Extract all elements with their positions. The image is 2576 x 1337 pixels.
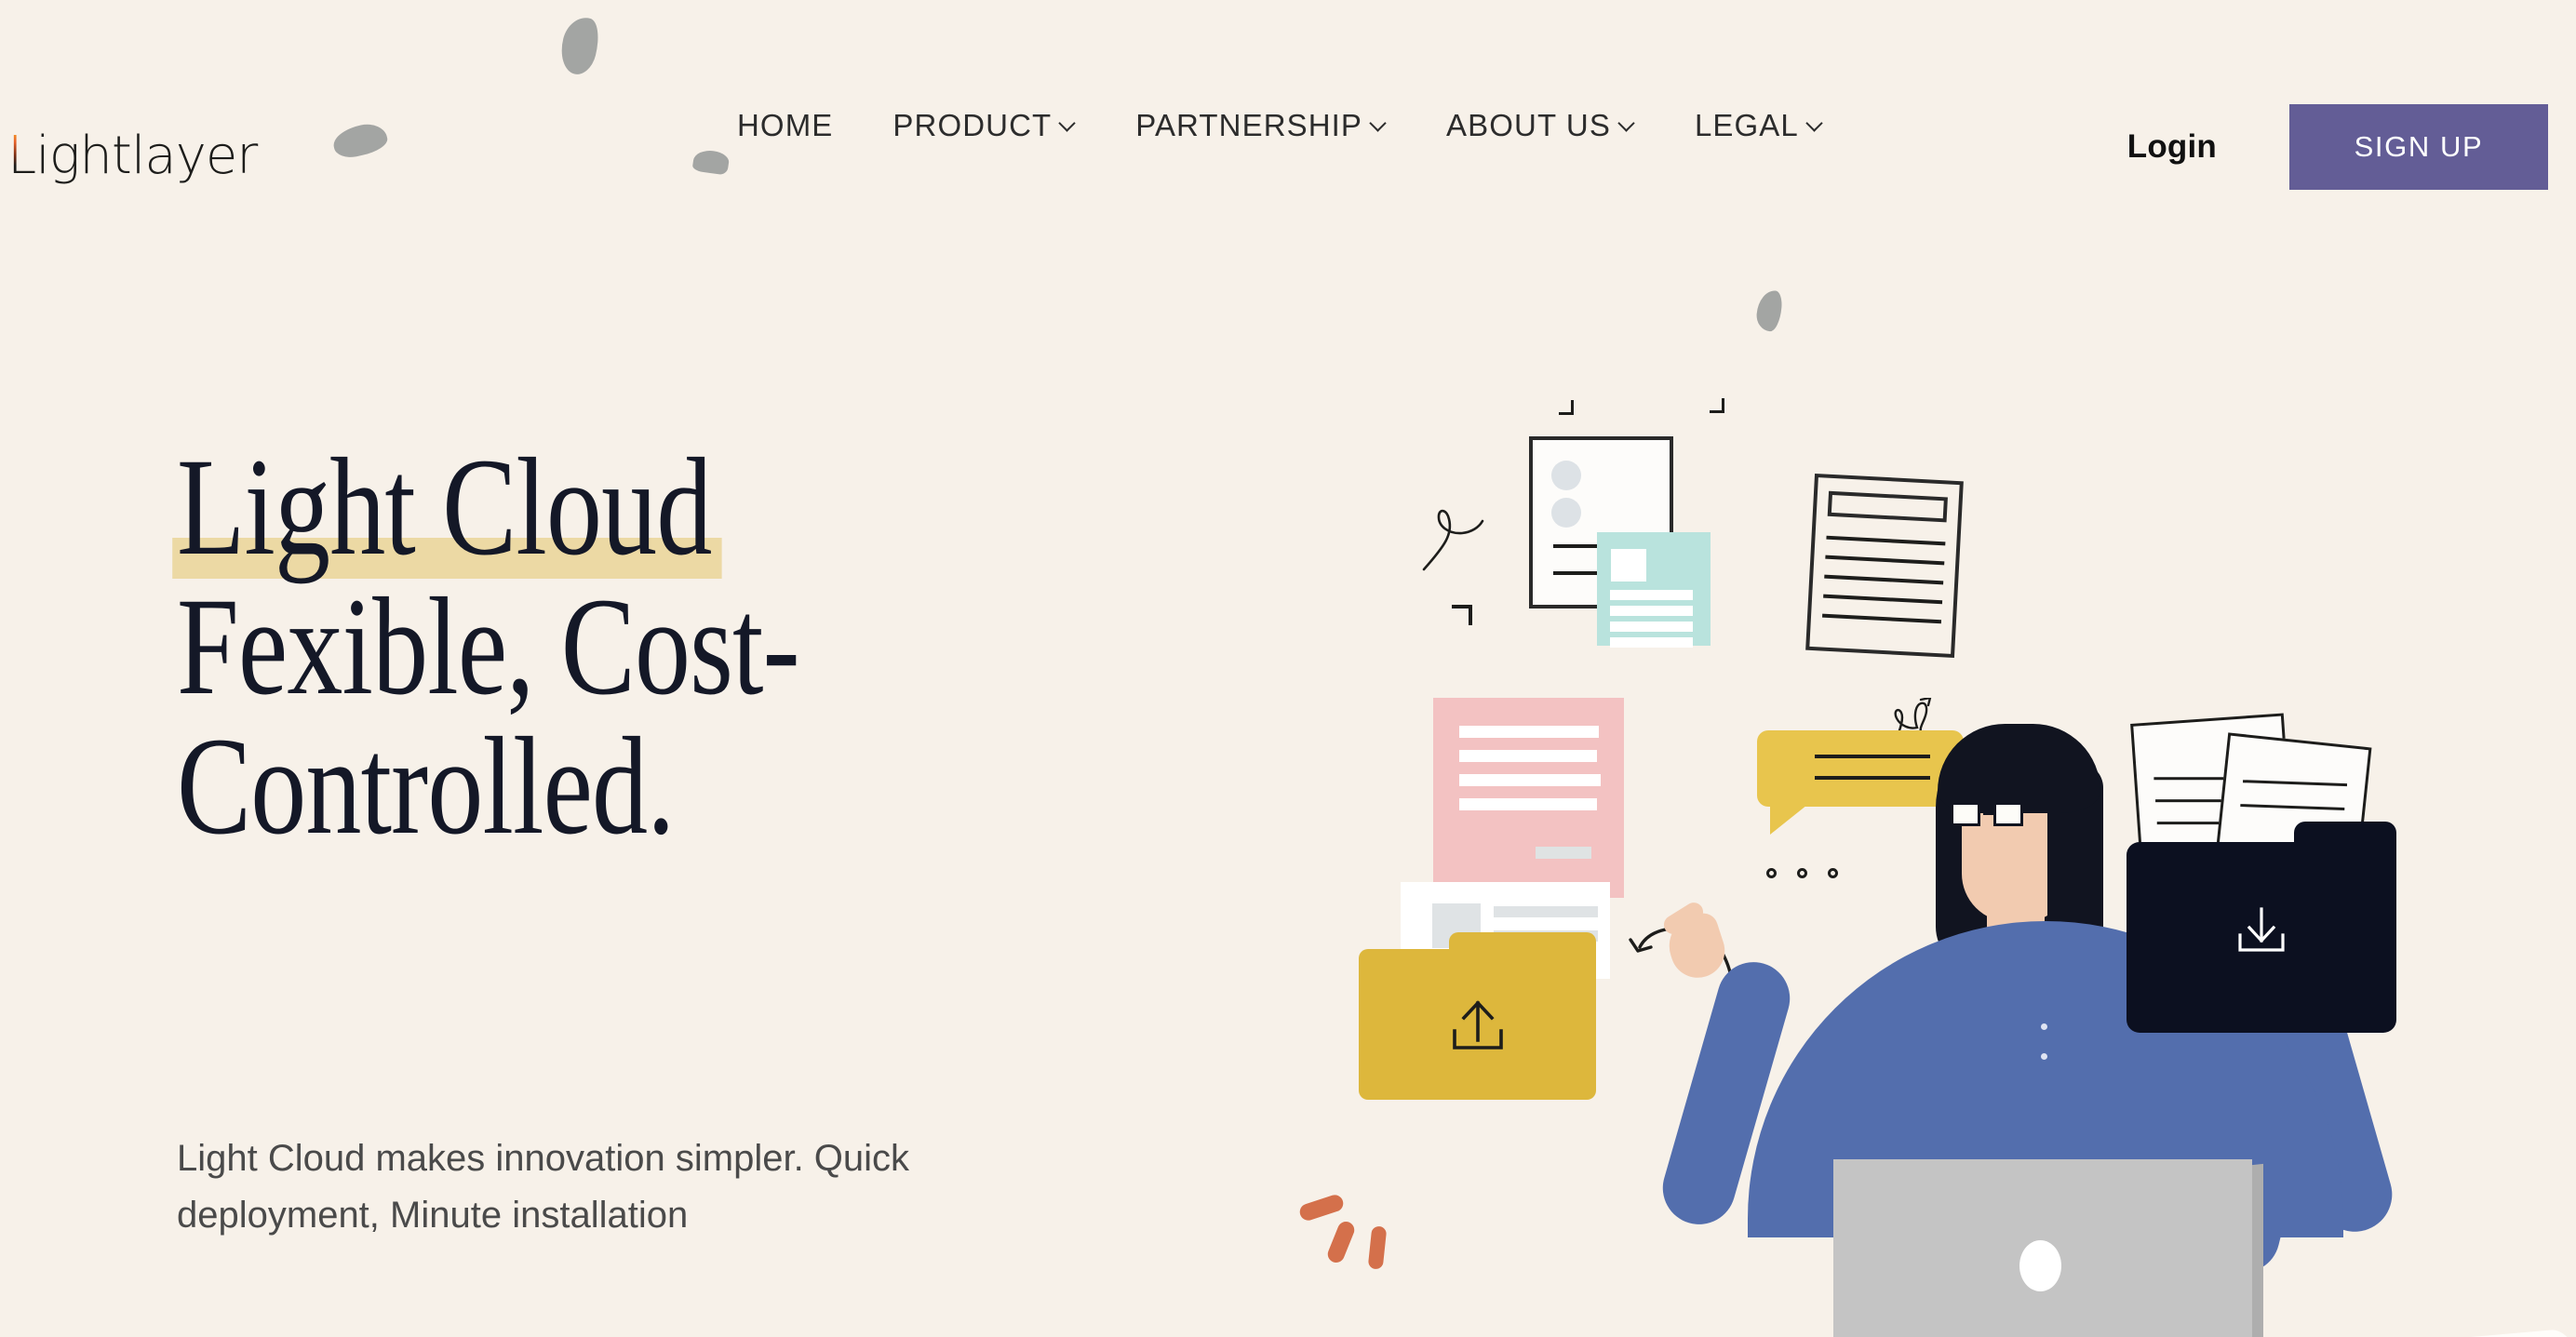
floating-paper	[2281, 1326, 2576, 1337]
laptop-logo	[2019, 1240, 2061, 1291]
ellipsis-dot	[1766, 868, 1777, 878]
document-card-mint	[1597, 532, 1711, 648]
brand-logo-text: ightlayer	[35, 126, 258, 186]
upload-folder	[1359, 932, 1596, 1100]
hero-section: Light Cloud Fexible, Cost- Controlled. L…	[172, 430, 1249, 1236]
folder-tab	[2294, 822, 2396, 863]
site-header: L ightlayer HOME PRODUCT PARTNERSHIP ABO…	[0, 0, 2576, 216]
doc-line	[1823, 594, 1943, 605]
glasses-icon	[1951, 802, 2053, 826]
chevron-right-icon	[1707, 395, 1728, 417]
doc-line	[1825, 555, 1945, 566]
nav-item-about-us[interactable]: ABOUT US	[1416, 108, 1665, 143]
doc-line	[1494, 906, 1598, 917]
chevron-down-icon	[1619, 115, 1635, 131]
ellipsis-dot	[1828, 868, 1838, 878]
avatar-dot-icon	[1551, 498, 1581, 528]
chevron-down-icon	[1371, 115, 1387, 131]
headline-line-2: Fexible, Cost-	[177, 569, 800, 724]
glasses-arm	[2027, 807, 2053, 809]
headline-line-3: Controlled.	[177, 709, 675, 863]
shirt-button	[2041, 1023, 2047, 1030]
nav-item-label: ABOUT US	[1446, 108, 1611, 142]
main-navigation: HOME PRODUCT PARTNERSHIP ABOUT US LEGAL	[707, 108, 1853, 143]
doc-line	[1821, 613, 1942, 624]
speech-bubble	[1757, 730, 1964, 835]
chevron-down-icon	[1807, 115, 1823, 131]
doc-header-box	[1827, 490, 1948, 523]
chevron-right-icon	[1556, 397, 1577, 419]
nav-item-label: PARTNERSHIP	[1135, 108, 1363, 142]
ellipsis-icon	[1766, 868, 1838, 878]
landing-page: L ightlayer HOME PRODUCT PARTNERSHIP ABO…	[0, 0, 2576, 1337]
corner-mark-icon	[1452, 605, 1472, 625]
auth-actions: Login SIGN UP	[2127, 104, 2548, 190]
decorative-blob-icon	[1755, 288, 1783, 333]
avatar-dot-icon	[1551, 461, 1581, 490]
document-card-lined	[1805, 473, 1964, 659]
glasses-lens	[1993, 802, 2023, 826]
bubble-line	[1815, 755, 1930, 758]
nav-item-product[interactable]: PRODUCT	[863, 108, 1106, 143]
download-icon	[2238, 907, 2285, 952]
doc-line	[2240, 804, 2345, 810]
ellipsis-dot	[1797, 868, 1807, 878]
glasses-lens	[1951, 802, 1980, 826]
doc-line	[1459, 726, 1599, 738]
brand-logo-initial: L	[7, 126, 36, 186]
hero-subcopy: Light Cloud makes innovation simpler. Qu…	[177, 1138, 910, 1237]
doc-line	[1610, 590, 1693, 600]
bubble-line	[1815, 776, 1930, 780]
nav-item-label: HOME	[737, 108, 834, 142]
brand-logo[interactable]: L ightlayer	[7, 126, 258, 186]
headline-line-1: Light Cloud	[172, 430, 1249, 584]
shirt-button	[2041, 1053, 2047, 1060]
upload-icon	[1452, 1000, 1503, 1050]
doc-line	[2243, 780, 2348, 787]
doc-line	[1459, 774, 1601, 786]
nav-item-label: PRODUCT	[892, 108, 1053, 142]
doc-line	[1824, 574, 1944, 585]
doc-line	[1459, 750, 1597, 762]
nav-item-home[interactable]: HOME	[707, 108, 863, 143]
nav-item-legal[interactable]: LEGAL	[1665, 108, 1853, 143]
folder-tab	[1449, 932, 1596, 969]
document-card-pink	[1433, 698, 1624, 905]
login-button[interactable]: Login	[2127, 128, 2217, 166]
sign-up-button[interactable]: SIGN UP	[2289, 104, 2548, 190]
doc-line	[1610, 637, 1693, 648]
download-folder	[2127, 822, 2396, 1033]
nav-item-label: LEGAL	[1694, 108, 1799, 142]
doc-tag	[1536, 847, 1591, 859]
doc-thumbnail	[1611, 549, 1646, 582]
nav-item-partnership[interactable]: PARTNERSHIP	[1106, 108, 1416, 143]
page-title: Light Cloud Fexible, Cost- Controlled.	[172, 430, 1249, 863]
hero-illustration	[1294, 391, 2576, 1337]
headline-highlight: Light Cloud	[172, 430, 722, 584]
doc-line	[1610, 606, 1693, 616]
squiggle-icon	[1422, 509, 1484, 571]
doc-line	[1610, 622, 1693, 632]
doc-line	[1459, 798, 1597, 810]
doc-line	[1826, 535, 1946, 546]
chevron-down-icon	[1060, 115, 1076, 131]
